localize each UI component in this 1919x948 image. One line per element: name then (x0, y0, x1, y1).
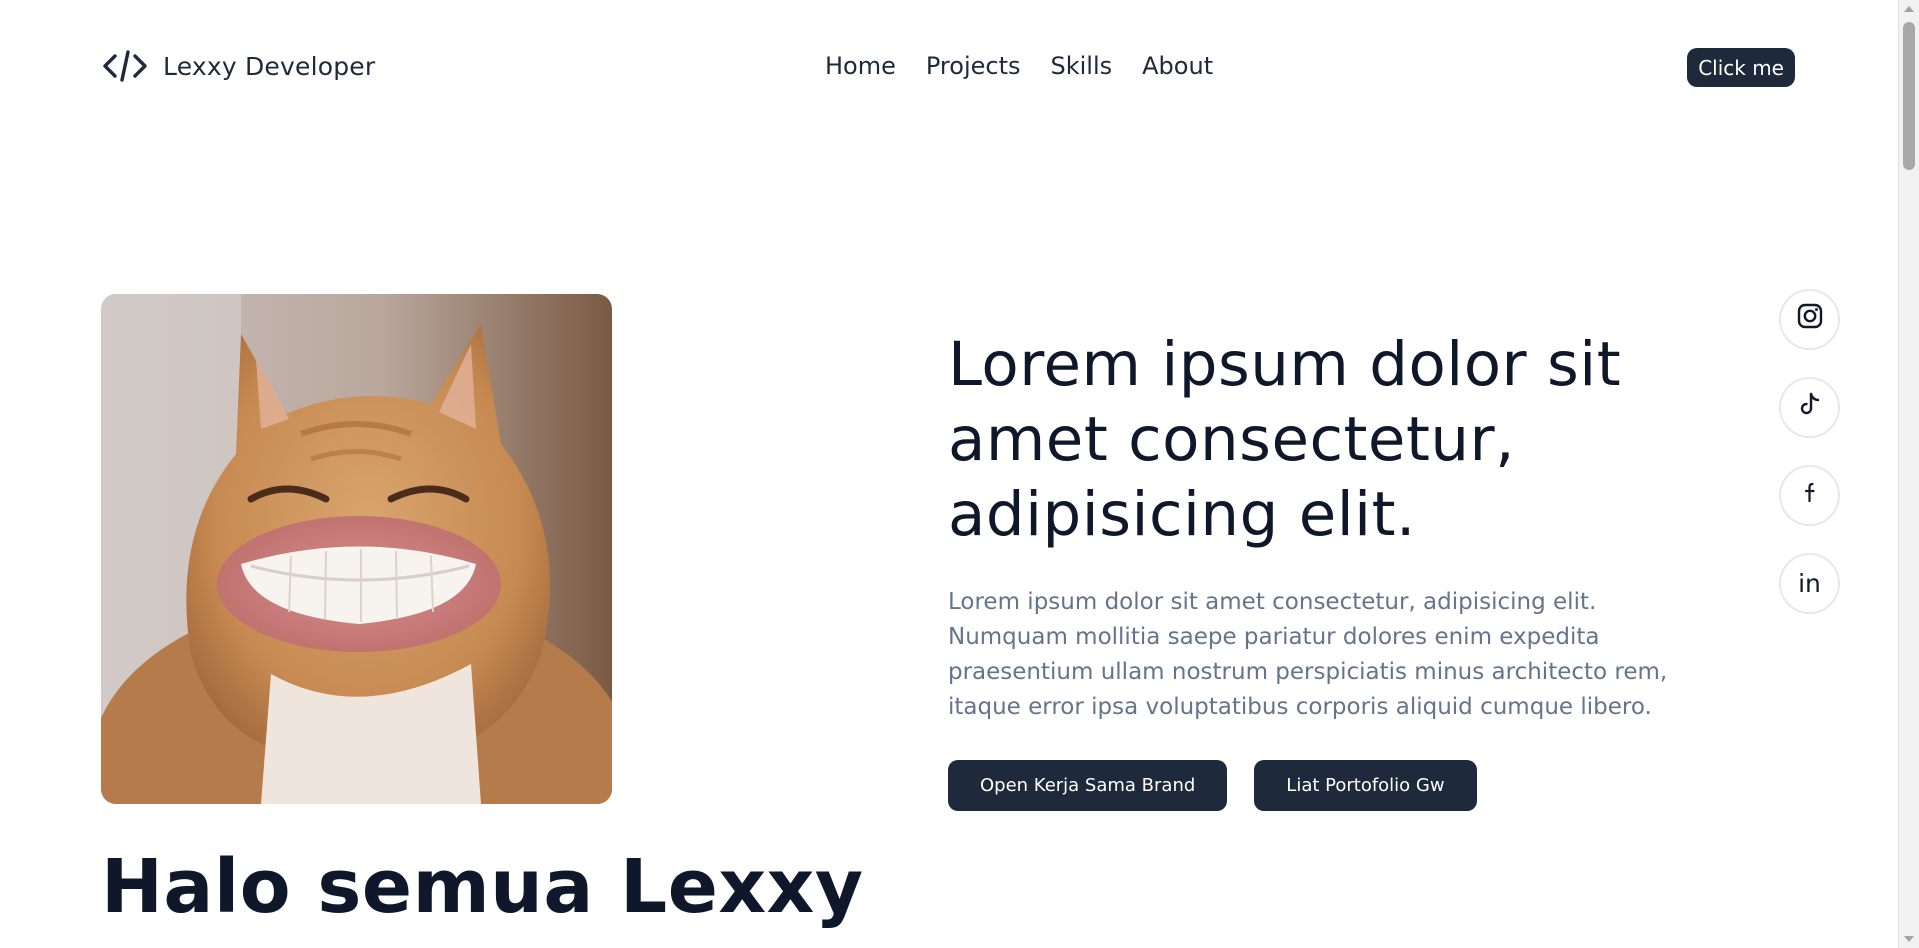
code-icon (101, 44, 149, 88)
scroll-down-icon[interactable] (1904, 936, 1914, 942)
site-header: Lexxy Developer Home Projects Skills Abo… (101, 44, 1795, 88)
main-nav: Home Projects Skills About (825, 44, 1213, 88)
hero-title: Lorem ipsum dolor sit amet consectetur, … (948, 329, 1622, 550)
hero-description: Lorem ipsum dolor sit amet consectetur, … (948, 589, 1668, 720)
page: Lexxy Developer Home Projects Skills Abo… (0, 0, 1898, 948)
linkedin-link[interactable]: in (1779, 553, 1840, 614)
linkedin-icon: in (1798, 569, 1821, 598)
brand-logo[interactable]: Lexxy Developer (101, 44, 375, 88)
click-me-button[interactable]: Click me (1687, 48, 1795, 87)
instagram-icon (1796, 302, 1824, 337)
tiktok-link[interactable] (1779, 377, 1840, 438)
vertical-scrollbar[interactable] (1898, 0, 1919, 948)
facebook-icon (1796, 478, 1824, 513)
hero-photo (101, 294, 612, 804)
hero-content: Lorem ipsum dolor sit amet consectetur, … (948, 327, 1728, 725)
hero-buttons: Open Kerja Sama Brand Liat Portofolio Gw (948, 760, 1477, 811)
brand-name: Lexxy Developer (163, 51, 376, 81)
nav-skills[interactable]: Skills (1051, 52, 1113, 80)
nav-home[interactable]: Home (825, 52, 896, 80)
nav-about[interactable]: About (1142, 52, 1213, 80)
greeting-heading: Halo semua Lexxy (101, 844, 864, 930)
tiktok-icon (1796, 390, 1824, 425)
nav-projects[interactable]: Projects (926, 52, 1021, 80)
open-collab-button[interactable]: Open Kerja Sama Brand (948, 760, 1228, 811)
portfolio-button[interactable]: Liat Portofolio Gw (1254, 760, 1477, 811)
facebook-link[interactable] (1779, 465, 1840, 526)
social-links: in (1779, 289, 1840, 614)
instagram-link[interactable] (1779, 289, 1840, 350)
scroll-up-icon[interactable] (1904, 6, 1914, 12)
scroll-thumb[interactable] (1903, 22, 1915, 170)
